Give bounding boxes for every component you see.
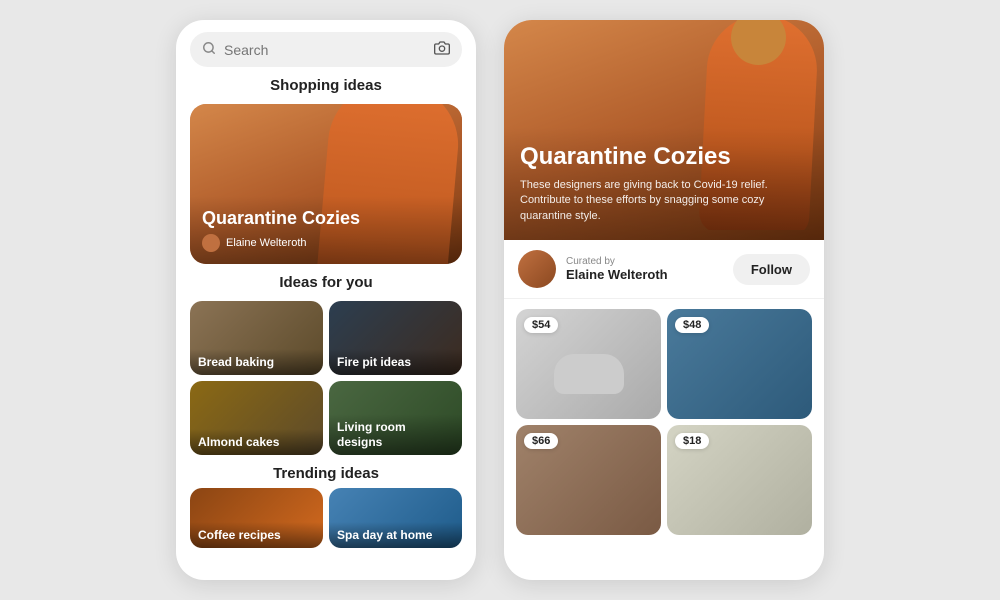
price-socks: $18 [675,433,709,449]
trending-card-coffee[interactable]: Coffee recipes [190,488,323,548]
author-avatar-small [202,234,220,252]
follow-button[interactable]: Follow [733,254,810,285]
idea-card-livingroom[interactable]: Living room designs [329,381,462,455]
search-input[interactable] [224,42,426,58]
product-card-hoodie[interactable]: $66 [516,425,661,535]
ideas-grid: Bread baking Fire pit ideas Almond cakes… [190,301,462,455]
right-hero-desc: These designers are giving back to Covid… [520,178,808,224]
idea-card-firepit[interactable]: Fire pit ideas [329,301,462,375]
right-hero-title: Quarantine Cozies [520,143,808,172]
curator-avatar [518,250,556,288]
idea-label-almond: Almond cakes [190,429,323,455]
curator-by-label: Curated by [566,256,733,267]
left-phone: Shopping ideas Quarantine Cozies Elaine … [176,20,476,580]
idea-card-bread[interactable]: Bread baking [190,301,323,375]
curator-row: Curated by Elaine Welteroth Follow [504,240,824,299]
product-card-leggings[interactable]: $48 [667,309,812,419]
search-icon [202,41,216,58]
right-phone: Quarantine Cozies These designers are gi… [504,20,824,580]
curator-name: Elaine Welteroth [566,267,733,282]
hero-card[interactable]: Quarantine Cozies Elaine Welteroth [190,104,462,264]
trending-label-coffee: Coffee recipes [190,522,323,548]
price-leggings: $48 [675,317,709,333]
product-card-slippers[interactable]: $54 [516,309,661,419]
idea-label-livingroom: Living room designs [329,414,462,455]
author-name: Elaine Welteroth [226,237,307,249]
product-card-socks[interactable]: $18 [667,425,812,535]
price-hoodie: $66 [524,433,558,449]
shopping-section-title: Shopping ideas [176,77,476,94]
curator-info: Curated by Elaine Welteroth [566,256,733,282]
trending-label-spa: Spa day at home [329,522,462,548]
idea-label-firepit: Fire pit ideas [329,349,462,375]
idea-label-bread: Bread baking [190,349,323,375]
idea-card-almond[interactable]: Almond cakes [190,381,323,455]
search-bar[interactable] [190,32,462,67]
trending-card-spa[interactable]: Spa day at home [329,488,462,548]
trending-grid: Coffee recipes Spa day at home [190,488,462,548]
ideas-section-title: Ideas for you [176,274,476,291]
price-slippers: $54 [524,317,558,333]
hero-title: Quarantine Cozies [202,208,450,230]
trending-section-title: Trending ideas [176,465,476,482]
product-grid: $54 $48 $66 $18 [504,299,824,545]
camera-icon[interactable] [434,40,450,59]
right-hero: Quarantine Cozies These designers are gi… [504,20,824,240]
